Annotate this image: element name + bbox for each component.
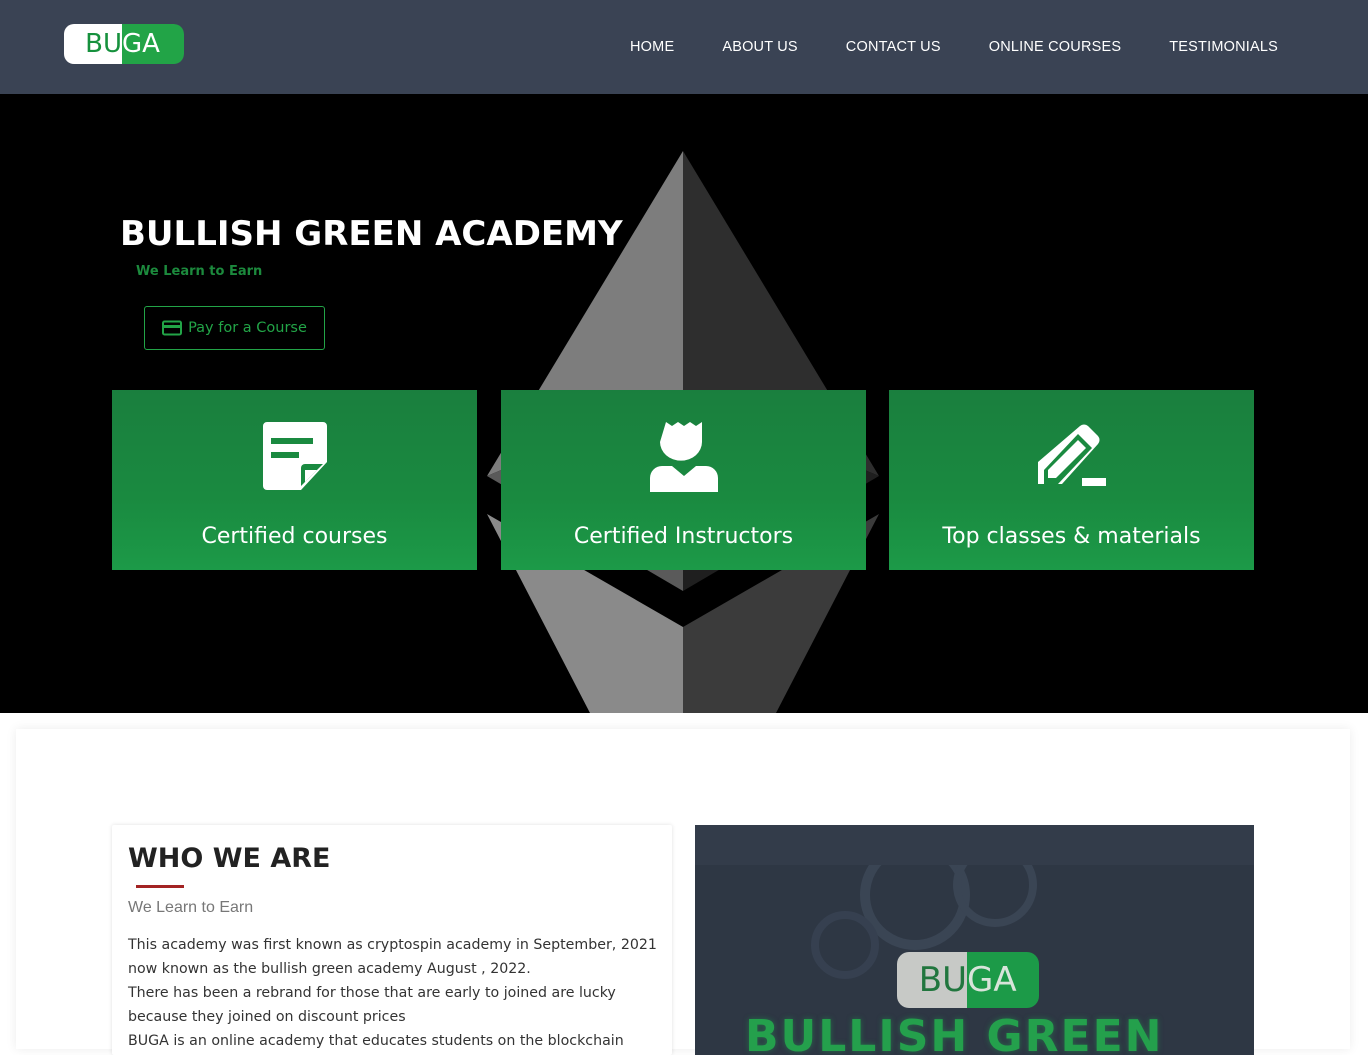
- top-navbar: BU GA HOME ABOUT US CONTACT US ONLINE CO…: [0, 0, 1368, 94]
- pay-for-course-button[interactable]: Pay for a Course: [144, 306, 325, 350]
- about-image: BU GA BULLISH GREEN: [695, 825, 1254, 1055]
- feature-label: Certified Instructors: [573, 524, 794, 549]
- title-underline: [136, 885, 184, 888]
- who-we-are-title: WHO WE ARE: [128, 843, 331, 874]
- nav-home[interactable]: HOME: [630, 39, 674, 55]
- nav-about-us[interactable]: ABOUT US: [722, 39, 797, 55]
- nav-online-courses[interactable]: ONLINE COURSES: [989, 39, 1122, 55]
- pencil-icon: [1032, 416, 1112, 496]
- feature-card-courses[interactable]: Certified courses: [112, 390, 477, 570]
- nav-contact-us[interactable]: CONTACT US: [846, 39, 941, 55]
- credit-card-icon: [162, 320, 183, 336]
- who-we-are-body: This academy was first known as cryptosp…: [128, 933, 658, 1053]
- pay-button-label: Pay for a Course: [188, 320, 307, 336]
- buga-logo[interactable]: BU GA: [64, 24, 184, 64]
- note-icon: [255, 416, 335, 496]
- feature-label: Certified courses: [201, 524, 388, 549]
- feature-label: Top classes & materials: [942, 524, 1201, 549]
- feature-card-instructors[interactable]: Certified Instructors: [501, 390, 866, 570]
- image-logo-right: GA: [967, 960, 1017, 1000]
- logo-text-left: BU: [85, 29, 122, 59]
- image-logo-left: BU: [918, 960, 967, 1000]
- hero-section: BULLISH GREEN ACADEMY We Learn to Earn P…: [0, 94, 1368, 713]
- who-we-are-card: WHO WE ARE We Learn to Earn This academy…: [112, 825, 672, 1055]
- instructor-icon: [644, 416, 724, 496]
- image-buga-logo: BU GA: [897, 952, 1039, 1008]
- about-paragraph: This academy was first known as cryptosp…: [128, 937, 657, 977]
- logo-text-right: GA: [122, 29, 160, 59]
- feature-card-materials[interactable]: Top classes & materials: [889, 390, 1254, 570]
- hero-tagline: We Learn to Earn: [136, 264, 263, 279]
- nav-testimonials[interactable]: TESTIMONIALS: [1169, 39, 1278, 55]
- nav-links: HOME ABOUT US CONTACT US ONLINE COURSES …: [630, 0, 1278, 94]
- image-bullish-green-text: BULLISH GREEN: [745, 1011, 1164, 1055]
- who-we-are-subtitle: We Learn to Earn: [128, 899, 254, 916]
- about-paragraph: There has been a rebrand for those that …: [128, 985, 616, 1025]
- about-paragraph: BUGA is an online academy that educates …: [128, 1033, 624, 1049]
- hero-title: BULLISH GREEN ACADEMY: [120, 214, 623, 254]
